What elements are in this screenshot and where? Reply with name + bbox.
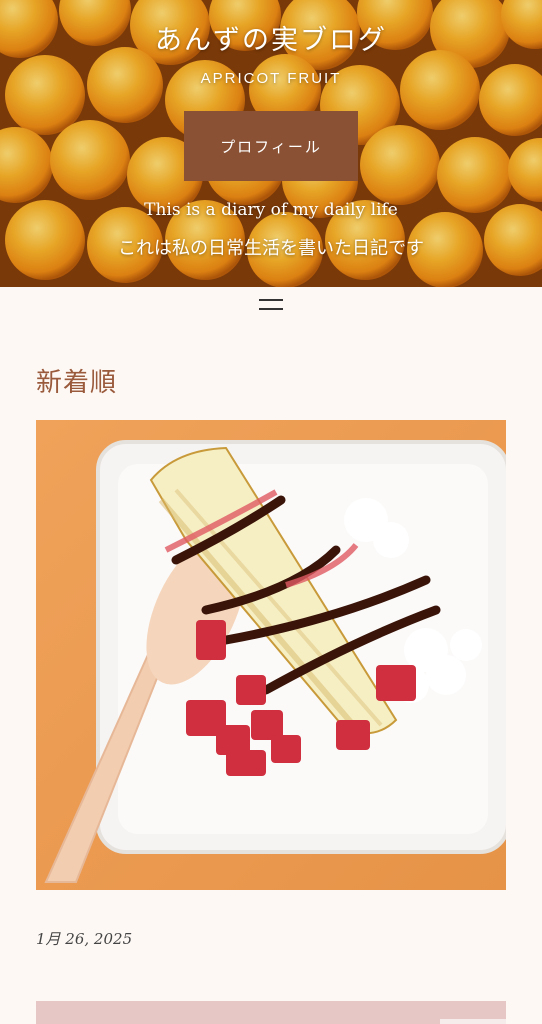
section-title: 新着順 bbox=[36, 368, 118, 398]
baumkuchen-dessert-photo bbox=[36, 420, 506, 890]
tagline-japanese: これは私の日常生活を書いた日記です bbox=[118, 238, 424, 259]
site-header-hero: あんずの実ブログ APRICOT FRUIT プロフィール This is a … bbox=[0, 0, 542, 287]
profile-button[interactable]: プロフィール bbox=[184, 111, 358, 181]
post-date: 1月 26, 2025 bbox=[36, 930, 133, 948]
next-post-thumbnail[interactable] bbox=[36, 1001, 506, 1024]
site-subtitle: APRICOT FRUIT bbox=[200, 70, 342, 87]
site-title[interactable]: あんずの実ブログ bbox=[0, 18, 542, 57]
tagline-english: This is a diary of my daily life bbox=[144, 200, 398, 220]
post-featured-image[interactable] bbox=[36, 420, 506, 890]
hamburger-menu-icon[interactable] bbox=[259, 296, 283, 314]
next-post-thumbnail-detail bbox=[440, 1019, 506, 1024]
